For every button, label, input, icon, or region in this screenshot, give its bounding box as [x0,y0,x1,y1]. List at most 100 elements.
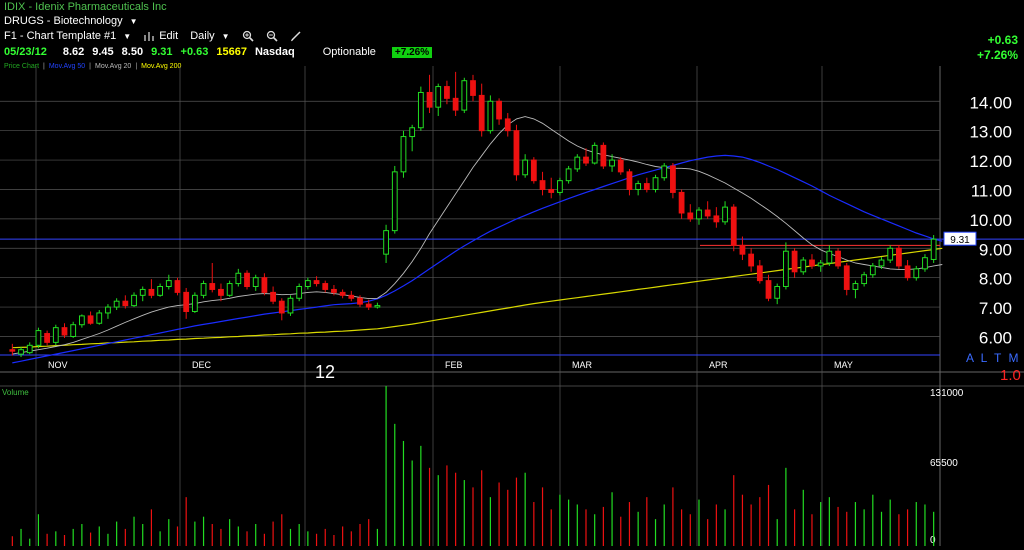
x-tick-label: MAY [834,360,853,370]
candle-body [713,215,720,223]
candle-body [809,259,815,267]
candle-body [296,286,303,299]
candle-body [322,283,329,290]
candle-body [148,288,155,296]
y-tick-label: 14.00 [969,93,1012,112]
candle-body [513,130,520,176]
candle-body [817,262,824,267]
candle-body [739,244,746,255]
candle-body [452,97,459,111]
candle-body [157,286,163,296]
candle-body [922,257,928,270]
x-tick-label: APR [709,360,728,370]
candle-body [696,209,702,220]
candle-body [687,212,694,220]
candle-body [191,294,198,312]
candle-body [591,144,598,164]
candle-body [131,294,137,307]
candle-body [496,100,502,120]
candle-body [35,330,42,346]
candle-body [548,188,555,193]
candle-body [843,265,850,290]
candle-body [557,180,563,193]
candle-body [826,250,833,264]
candle-body [869,265,876,276]
candle-body [583,156,589,164]
candle-body [426,91,433,108]
candle-body [287,297,294,314]
candle-body [704,209,711,217]
candle-body [304,280,311,287]
candle-body [122,300,129,307]
candle-body [609,159,615,167]
candle-body [522,159,529,176]
volume-tick-label: 131000 [930,388,964,399]
candle-body [218,288,224,296]
y-tick-label: 7.00 [979,299,1012,318]
candle-body [9,349,16,352]
candle-body [652,177,659,190]
candle-body [209,283,216,290]
candle-body [635,183,642,190]
candle-body [348,294,355,299]
y-tick-label: 12.00 [969,152,1012,171]
candle-body [444,86,450,99]
candle-body [913,268,920,279]
scale-factor-label: 1.0 [1000,367,1021,384]
candle-body [895,247,902,267]
candle-body [765,280,772,299]
candle-body [409,127,416,138]
ma20-line [12,116,943,355]
last-price-label: 9.31 [950,235,970,246]
candle-body [904,265,911,279]
candle-body [930,238,937,260]
volume-tick-label: 0 [930,535,936,546]
candle-body [748,253,755,267]
candle-body [461,80,468,111]
candle-body [18,349,24,355]
candle-body [878,259,885,267]
candle-body [565,168,572,182]
candle-body [391,171,398,232]
candle-body [139,288,146,296]
x-tick-label: NOV [48,360,68,370]
candle-body [730,206,737,246]
candle-body [252,277,259,287]
price-volume-chart[interactable]: 14.00 13.00 12.00 11.00 10.00 9.00 8.00 7.00 6.0… [0,0,1024,550]
candle-body [183,291,190,312]
candle-body [783,250,789,287]
candle-body [722,206,728,223]
y-tick-label: 10.00 [969,211,1012,230]
x-tick-label: 12 [315,362,335,382]
candle-body [530,159,537,182]
candle-body [261,277,268,293]
y-tick-label: 11.00 [971,181,1012,200]
candle-body [417,91,424,129]
candle-body [487,100,494,132]
volume-tick-label: 65500 [930,458,958,469]
candle-body [357,297,363,305]
candle-body [278,300,285,314]
candle-body [791,250,798,273]
candle-body [835,250,841,267]
candle-body [96,312,103,324]
candle-body [78,315,85,326]
candle-body [800,259,807,273]
candle-body [626,171,633,190]
candle-body [678,191,685,214]
candle-body [174,280,181,293]
candle-body [478,94,485,132]
candle-body [270,291,276,302]
candle-body [70,324,77,337]
candle-body [235,272,242,285]
candle-body [313,280,320,285]
x-tick-label: FEB [445,360,463,370]
candle-body [374,305,381,308]
candle-body [600,144,607,167]
candle-body [670,165,676,193]
candle-body [52,327,59,343]
x-tick-label: MAR [572,360,593,370]
x-tick-label: DEC [192,360,212,370]
candle-body [852,283,859,290]
y-tick-label: 9.00 [979,240,1012,259]
